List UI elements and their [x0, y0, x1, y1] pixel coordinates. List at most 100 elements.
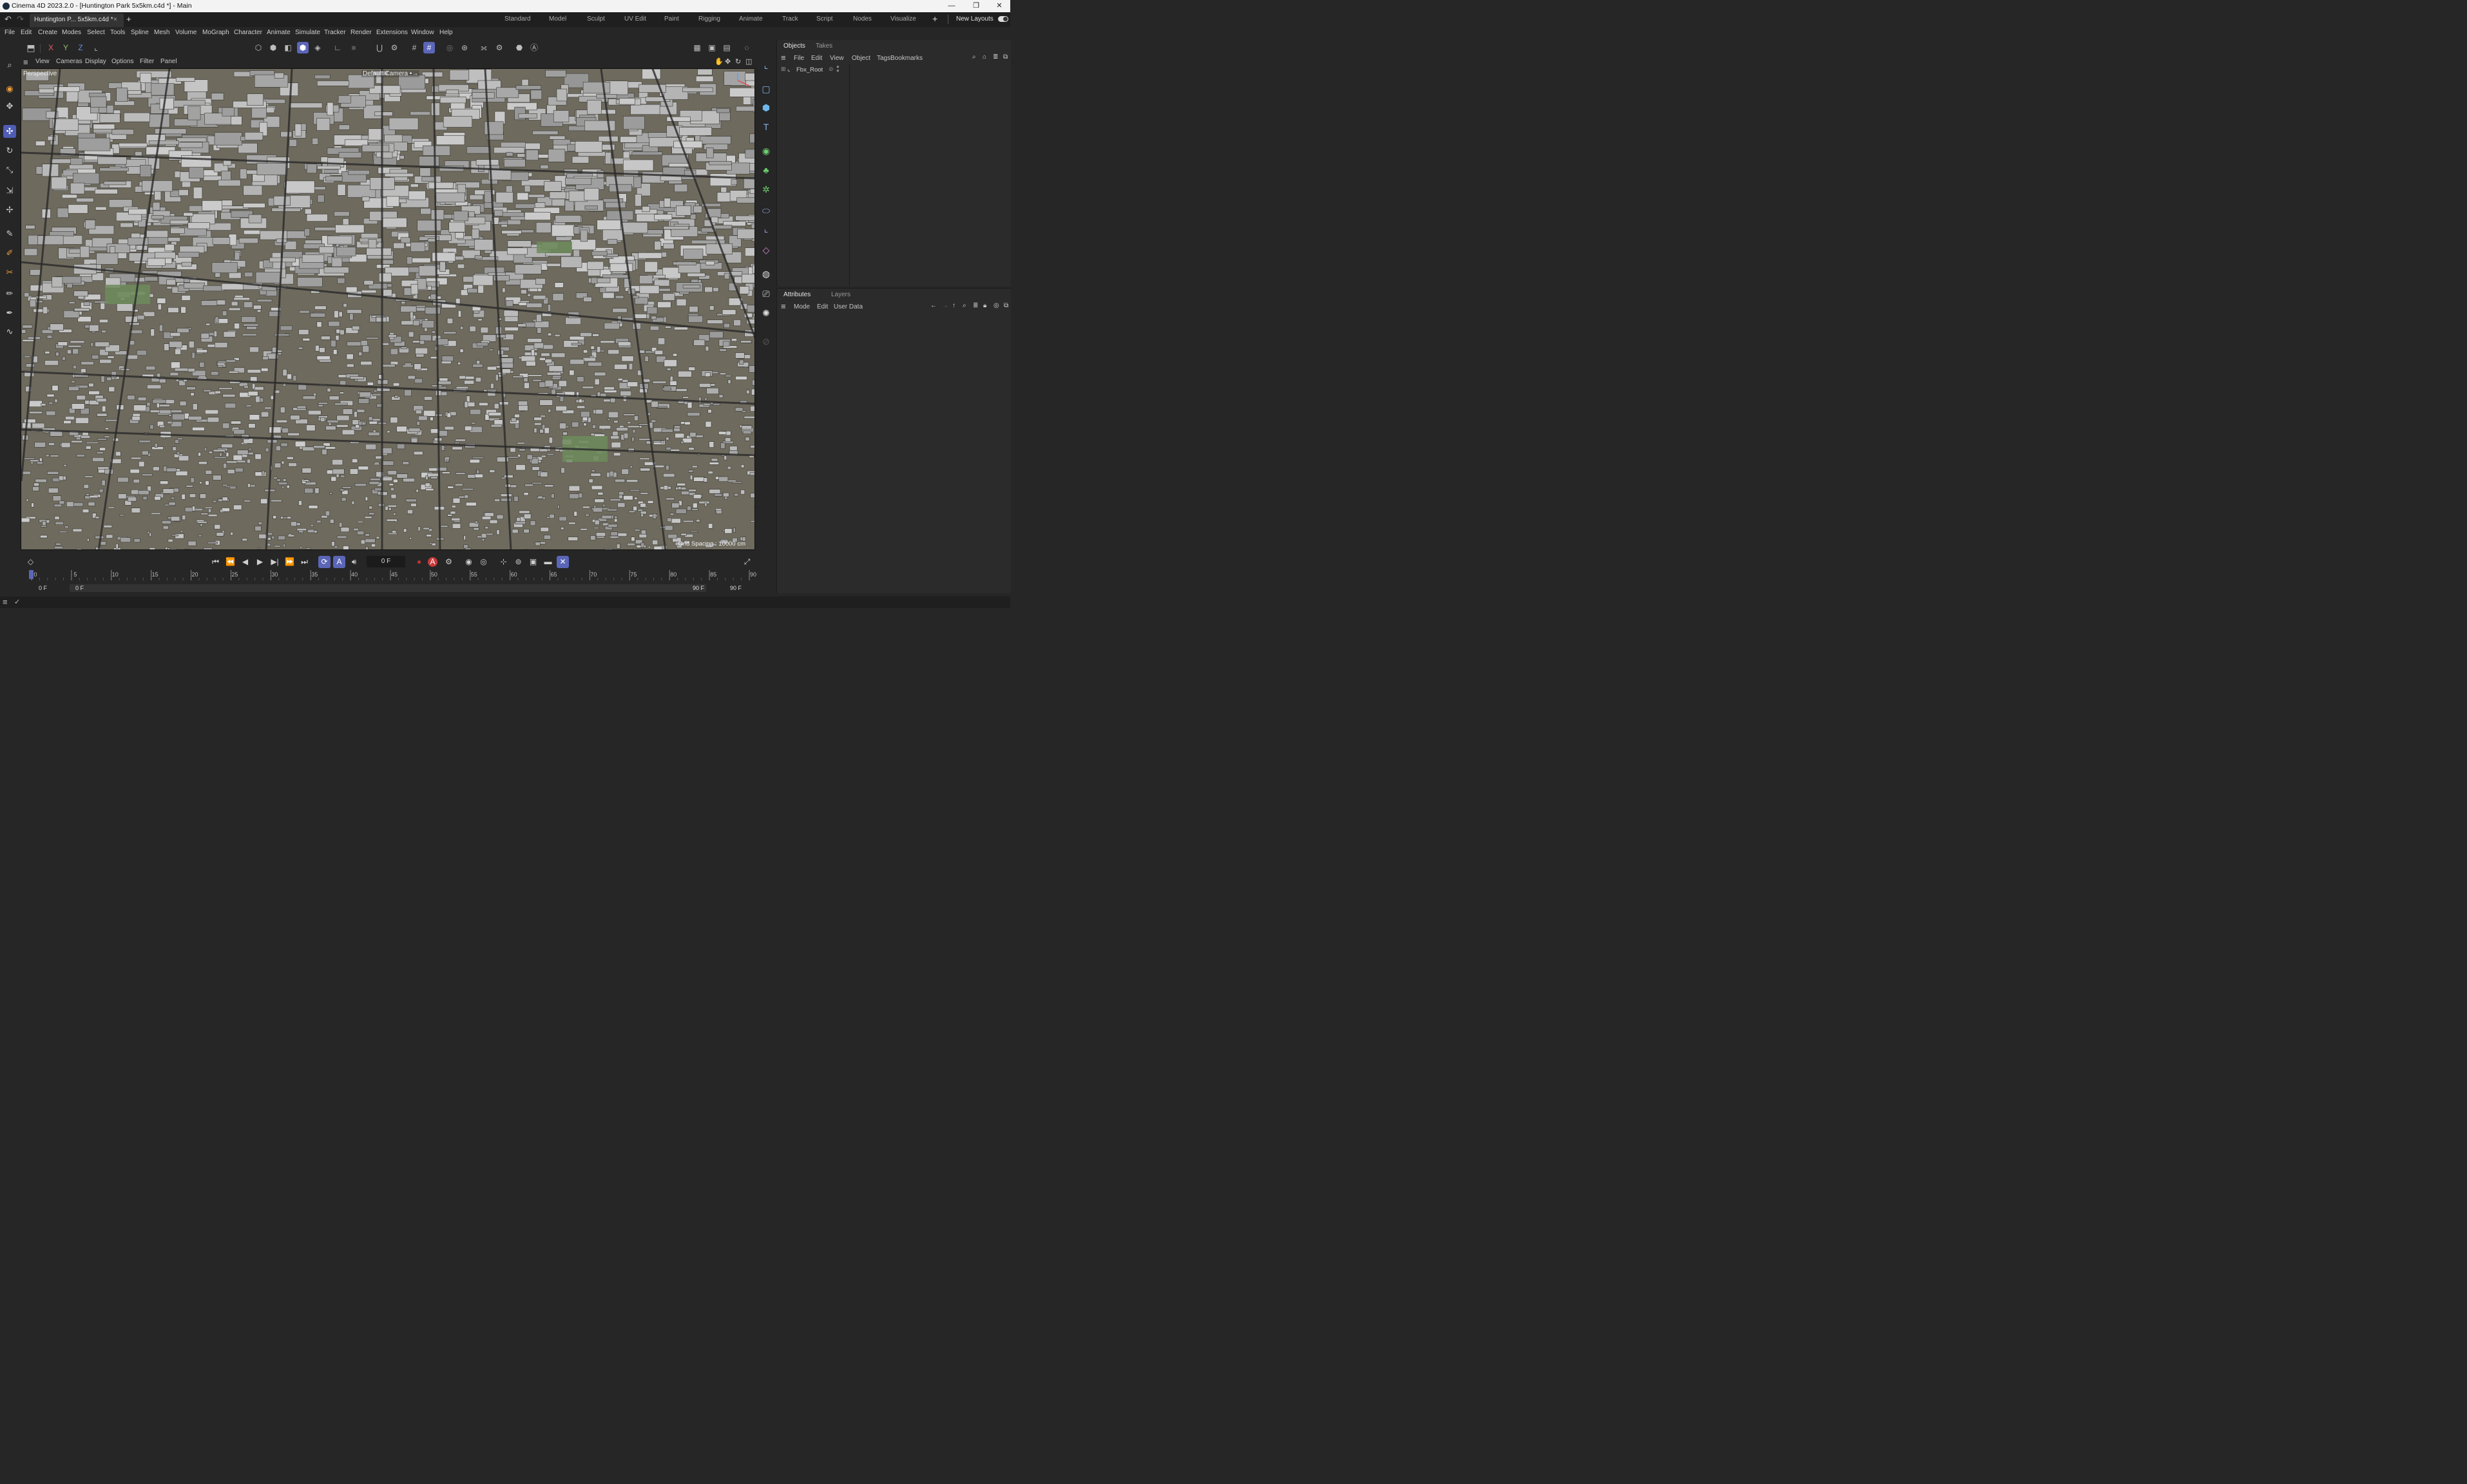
playhead[interactable]: [29, 570, 34, 579]
layout-sculpt[interactable]: Sculpt: [587, 15, 605, 23]
objects-hamburger-icon[interactable]: ≡: [781, 53, 786, 62]
key-scale-icon[interactable]: ⊹: [497, 556, 510, 568]
objects-menu-object[interactable]: Object: [852, 55, 870, 62]
layout-rigging[interactable]: Rigging: [698, 15, 720, 23]
menu-simulate[interactable]: Simulate: [295, 29, 320, 36]
y-axis-lock[interactable]: Y: [60, 42, 72, 53]
disabled-tool-icon[interactable]: ⊘: [760, 335, 773, 348]
objects-menu-edit[interactable]: Edit: [811, 55, 822, 62]
home-icon[interactable]: ⌂: [983, 53, 986, 61]
expand-icon[interactable]: ⊞: [781, 66, 786, 73]
menu-help[interactable]: Help: [439, 29, 453, 36]
objects-menu-view[interactable]: View: [830, 55, 844, 62]
scale-tool-icon[interactable]: ⤡: [3, 164, 16, 176]
objects-menu-file[interactable]: File: [794, 55, 804, 62]
range-end-outer[interactable]: 90 F: [730, 585, 742, 591]
key-position-icon[interactable]: ◉: [463, 556, 475, 568]
record-icon[interactable]: ●: [413, 556, 425, 568]
layout-model[interactable]: Model: [549, 15, 566, 23]
attributes-menu-edit[interactable]: Edit: [817, 303, 828, 310]
preview-range-bar[interactable]: [70, 584, 706, 592]
field-icon[interactable]: ⌞: [760, 222, 773, 235]
camera-object-icon[interactable]: ⌞: [760, 59, 773, 71]
object-name[interactable]: Fbx_Root: [796, 66, 823, 73]
object-tracking-icon[interactable]: ⬣: [514, 42, 525, 53]
menu-mesh[interactable]: Mesh: [154, 29, 169, 36]
new-window-icon[interactable]: ⧉: [1004, 302, 1008, 309]
range-start-inner[interactable]: 0 F: [75, 585, 84, 591]
search-icon[interactable]: ⌕: [3, 59, 16, 71]
tab-attributes[interactable]: Attributes: [783, 291, 811, 298]
soft-selection-icon[interactable]: ◎: [444, 42, 456, 53]
render-settings-icon[interactable]: ⊛: [459, 42, 470, 53]
redo-icon[interactable]: ↷: [17, 14, 24, 24]
viewport-menu-panel[interactable]: Panel: [160, 58, 177, 65]
move-tool-icon[interactable]: ✣: [3, 125, 16, 138]
text-object-icon[interactable]: T: [760, 120, 773, 133]
points-mode-icon[interactable]: ⬡: [253, 42, 264, 53]
menu-window[interactable]: Window: [411, 29, 434, 36]
texture-mode-icon[interactable]: ◈: [312, 42, 323, 53]
coordinate-system-icon[interactable]: ⬒: [25, 42, 37, 53]
next-key-icon[interactable]: ⏩: [283, 556, 296, 568]
new-window-icon[interactable]: ⧉: [1003, 53, 1008, 61]
move-selection-icon[interactable]: ✥: [3, 100, 16, 113]
previous-frame-icon[interactable]: ◀: [239, 556, 251, 568]
spline-sketch-icon[interactable]: ✐: [3, 247, 16, 260]
menu-edit[interactable]: Edit: [21, 29, 32, 36]
add-layout-icon[interactable]: +: [932, 14, 937, 24]
close-tab-icon[interactable]: ×: [113, 16, 117, 23]
attributes-hamburger-icon[interactable]: ≡: [781, 301, 786, 311]
viewport-menu-display[interactable]: Display: [85, 58, 106, 65]
edges-mode-icon[interactable]: ⬢: [267, 42, 279, 53]
keyframe-icon[interactable]: ◇: [24, 556, 37, 568]
sculpt-pen-icon[interactable]: ✒: [3, 307, 16, 319]
search-icon[interactable]: ⌕: [963, 302, 966, 309]
viewport-projection-label[interactable]: Perspective: [23, 70, 57, 77]
layout-script[interactable]: Script: [816, 15, 833, 23]
tab-takes[interactable]: Takes: [816, 43, 832, 50]
edit-lock-icon[interactable]: ⊘: [829, 66, 834, 73]
timeline-ruler[interactable]: 0 5 10 15 20 25 30 35 40 45 50 55 60 65 70 75 80 85 90: [30, 569, 756, 583]
auto-key-icon[interactable]: A: [428, 557, 437, 567]
render-to-picture-viewer-icon[interactable]: ▣: [706, 42, 718, 53]
world-axis-icon[interactable]: ⌞: [90, 42, 102, 53]
model-mode-icon[interactable]: ⬢: [297, 42, 309, 53]
camera-icon[interactable]: ⎚: [760, 287, 773, 300]
cloner-icon[interactable]: ♣: [760, 164, 773, 176]
search-icon[interactable]: ⌕: [972, 53, 976, 61]
menu-extensions[interactable]: Extensions: [376, 29, 408, 36]
extrude-tool-icon[interactable]: ∿: [3, 325, 16, 338]
axis-mode-icon[interactable]: ∟: [332, 42, 343, 53]
spline-pen-icon[interactable]: ✎: [3, 227, 16, 240]
viewport-menu-options[interactable]: Options: [111, 58, 133, 65]
key-pla-icon[interactable]: ▣: [527, 556, 539, 568]
rotate-view-icon[interactable]: ↻: [735, 57, 741, 66]
uv-mode-icon[interactable]: ■: [348, 42, 360, 53]
zoom-view-icon[interactable]: ✥: [725, 57, 731, 66]
attributes-menu-mode[interactable]: Mode: [794, 303, 810, 310]
placement-tool-icon[interactable]: ✢: [3, 204, 16, 216]
lock-icon[interactable]: 🔒︎: [983, 302, 986, 309]
go-to-end-icon[interactable]: ⏭: [298, 556, 311, 568]
next-frame-icon[interactable]: ▶|: [269, 556, 281, 568]
objects-menu-tags[interactable]: Tags: [877, 55, 890, 62]
menu-create[interactable]: Create: [38, 29, 57, 36]
viewport-camera-label[interactable]: Default Camera •→: [361, 70, 420, 77]
render-view-icon[interactable]: ▦: [691, 42, 703, 53]
workplane-snap-icon[interactable]: #: [423, 42, 435, 53]
target-icon[interactable]: ◎: [994, 302, 999, 309]
brush-tool-icon[interactable]: ✏: [3, 287, 16, 300]
menu-render[interactable]: Render: [350, 29, 372, 36]
layout-nodes[interactable]: Nodes: [853, 15, 872, 23]
previous-key-icon[interactable]: ⏪: [224, 556, 236, 568]
tab-objects[interactable]: Objects: [783, 43, 805, 50]
viewport-menu-view[interactable]: View: [35, 58, 50, 65]
toggle-layout-icon[interactable]: ◫: [745, 57, 752, 66]
menu-animate[interactable]: Animate: [267, 29, 291, 36]
knife-tool-icon[interactable]: ✂: [3, 266, 16, 279]
objects-menu-bookmarks[interactable]: Bookmarks: [890, 55, 923, 62]
viewport-menu-cameras[interactable]: Cameras: [56, 58, 82, 65]
rotate-tool-icon[interactable]: ↻: [3, 144, 16, 157]
symmetry-settings-icon[interactable]: ⚙: [494, 42, 505, 53]
